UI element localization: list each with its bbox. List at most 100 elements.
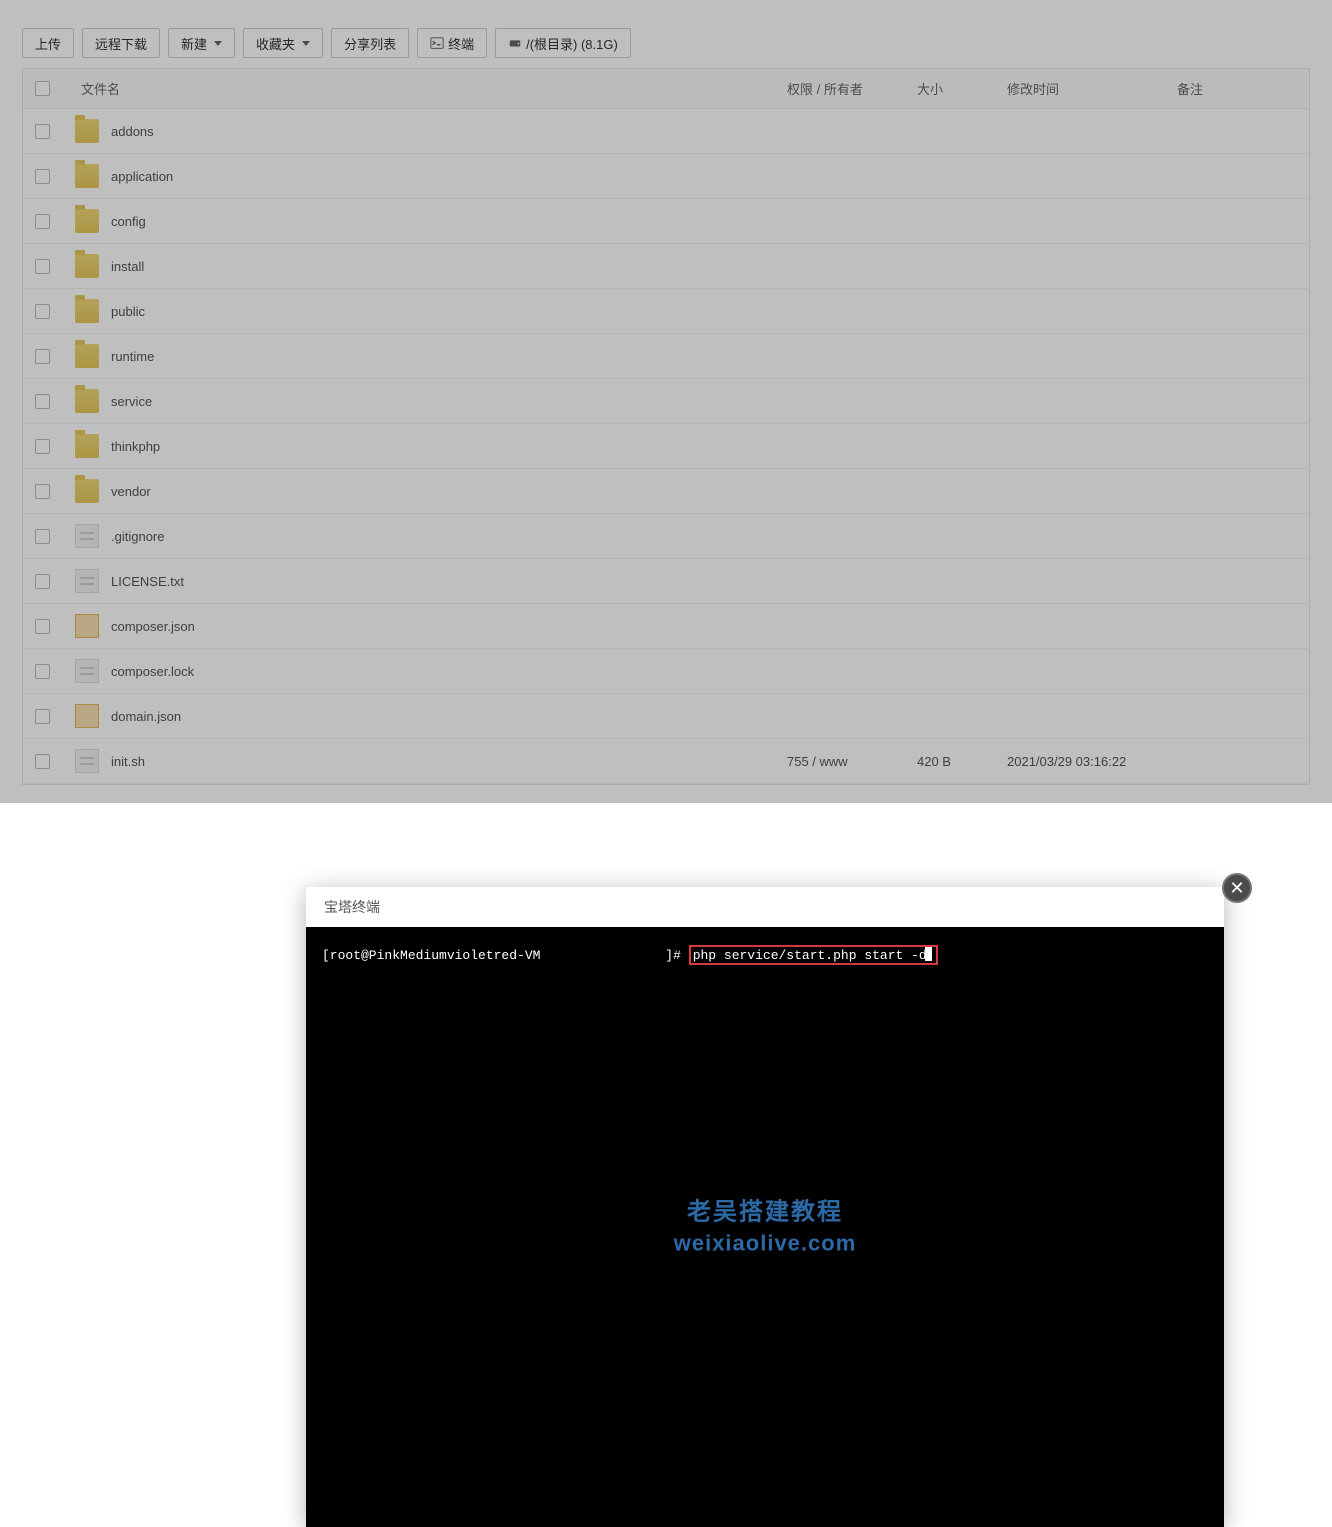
file-mtime: 2021/03/29 03:16:22 [1007, 754, 1177, 769]
favorites-label: 收藏夹 [256, 34, 295, 53]
table-row[interactable]: LICENSE.txt [23, 559, 1309, 604]
row-checkbox[interactable] [35, 529, 50, 544]
table-row[interactable]: install [23, 244, 1309, 289]
row-checkbox[interactable] [35, 754, 50, 769]
folder-icon [75, 164, 99, 188]
table-row[interactable]: addons [23, 109, 1309, 154]
file-name: service [111, 394, 152, 409]
modal-title: 宝塔终端 [306, 887, 1224, 927]
file-size: 420 B [917, 754, 1007, 769]
file-name: composer.json [111, 619, 195, 634]
row-checkbox[interactable] [35, 304, 50, 319]
file-table: 文件名 权限 / 所有者 大小 修改时间 备注 addons applicatio… [22, 68, 1310, 785]
file-icon [75, 704, 99, 728]
file-name: install [111, 259, 144, 274]
terminal-label: 终端 [448, 34, 474, 53]
file-name: runtime [111, 349, 154, 364]
file-icon [75, 749, 99, 773]
terminal-cursor [925, 947, 932, 961]
row-checkbox[interactable] [35, 394, 50, 409]
terminal-command-highlight: php service/start.php start -d [689, 945, 938, 965]
table-row[interactable]: thinkphp [23, 424, 1309, 469]
file-name: public [111, 304, 145, 319]
table-row[interactable]: composer.json [23, 604, 1309, 649]
row-checkbox[interactable] [35, 214, 50, 229]
header-size[interactable]: 大小 [917, 79, 1007, 98]
file-icon [75, 569, 99, 593]
file-name: LICENSE.txt [111, 574, 184, 589]
upload-button[interactable]: 上传 [22, 28, 74, 58]
table-row[interactable]: service [23, 379, 1309, 424]
share-list-button[interactable]: 分享列表 [331, 28, 409, 58]
watermark-line1: 老吴搭建教程 [674, 1191, 857, 1226]
disk-icon [508, 36, 522, 50]
table-row[interactable]: init.sh 755 / www420 B2021/03/29 03:16:22 [23, 739, 1309, 784]
row-checkbox[interactable] [35, 484, 50, 499]
folder-icon [75, 344, 99, 368]
root-path-label: /(根目录) (8.1G) [526, 34, 618, 53]
table-row[interactable]: .gitignore [23, 514, 1309, 559]
file-icon [75, 614, 99, 638]
table-header: 文件名 权限 / 所有者 大小 修改时间 备注 [23, 69, 1309, 109]
folder-icon [75, 299, 99, 323]
terminal-icon [430, 36, 444, 50]
file-name: thinkphp [111, 439, 160, 454]
table-row[interactable]: config [23, 199, 1309, 244]
folder-icon [75, 209, 99, 233]
file-name: config [111, 214, 146, 229]
file-name: composer.lock [111, 664, 194, 679]
table-row[interactable]: public [23, 289, 1309, 334]
table-row[interactable]: domain.json [23, 694, 1309, 739]
remote-download-button[interactable]: 远程下载 [82, 28, 160, 58]
row-checkbox[interactable] [35, 709, 50, 724]
file-icon [75, 524, 99, 548]
close-button[interactable]: ✕ [1222, 873, 1252, 903]
terminal-prompt-end: ]# [665, 948, 681, 963]
row-checkbox[interactable] [35, 124, 50, 139]
row-checkbox[interactable] [35, 619, 50, 634]
terminal-prompt-host: [root@PinkMediumvioletred-VM [322, 948, 540, 963]
header-note[interactable]: 备注 [1177, 79, 1297, 98]
terminal-body[interactable]: [root@PinkMediumvioletred-VM ]# php serv… [306, 927, 1224, 1527]
close-icon: ✕ [1229, 878, 1244, 899]
row-checkbox[interactable] [35, 439, 50, 454]
new-button[interactable]: 新建 [168, 28, 235, 58]
root-path-button[interactable]: /(根目录) (8.1G) [495, 28, 631, 58]
header-perm[interactable]: 权限 / 所有者 [787, 79, 917, 98]
folder-icon [75, 254, 99, 278]
table-row[interactable]: runtime [23, 334, 1309, 379]
toolbar: 上传 远程下载 新建 收藏夹 分享列表 终端 /(根目录) (8.1G) [0, 0, 1332, 68]
watermark: 老吴搭建教程 weixiaolive.com [674, 1191, 857, 1256]
row-checkbox[interactable] [35, 169, 50, 184]
file-name: init.sh [111, 754, 145, 769]
terminal-command: php service/start.php start -d [693, 948, 927, 963]
file-name: vendor [111, 484, 151, 499]
file-name: domain.json [111, 709, 181, 724]
file-name: application [111, 169, 173, 184]
new-label: 新建 [181, 34, 207, 53]
select-all-checkbox[interactable] [35, 81, 50, 96]
terminal-modal: ✕ 宝塔终端 [root@PinkMediumvioletred-VM ]# p… [306, 887, 1224, 1527]
file-name: .gitignore [111, 529, 164, 544]
row-checkbox[interactable] [35, 574, 50, 589]
terminal-button[interactable]: 终端 [417, 28, 487, 58]
favorites-button[interactable]: 收藏夹 [243, 28, 323, 58]
folder-icon [75, 389, 99, 413]
folder-icon [75, 434, 99, 458]
row-checkbox[interactable] [35, 259, 50, 274]
header-mtime[interactable]: 修改时间 [1007, 79, 1177, 98]
folder-icon [75, 119, 99, 143]
table-row[interactable]: application [23, 154, 1309, 199]
row-checkbox[interactable] [35, 349, 50, 364]
header-name[interactable]: 文件名 [75, 79, 787, 98]
file-icon [75, 659, 99, 683]
chevron-down-icon [214, 41, 222, 46]
chevron-down-icon [302, 41, 310, 46]
table-row[interactable]: vendor [23, 469, 1309, 514]
row-checkbox[interactable] [35, 664, 50, 679]
folder-icon [75, 479, 99, 503]
file-name: addons [111, 124, 154, 139]
file-perm: 755 / www [787, 754, 917, 769]
table-row[interactable]: composer.lock [23, 649, 1309, 694]
watermark-line2: weixiaolive.com [674, 1230, 857, 1256]
